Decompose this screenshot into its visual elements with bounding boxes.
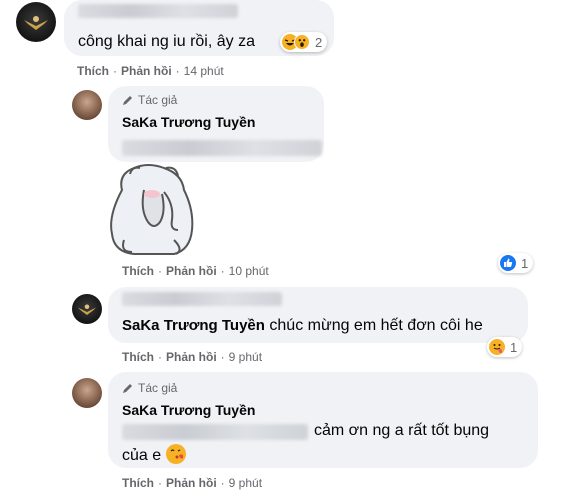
comment-text: cảm ơn ng a rất tốt bụng [314,422,490,439]
reply-button[interactable]: Phản hồi [166,476,217,490]
wow-reaction-icon [294,34,310,50]
user-avatar-girl-icon[interactable] [72,90,102,120]
reaction-count: 1 [521,255,529,271]
reaction-summary[interactable]: 1 [487,337,523,357]
user-avatar-bird-icon[interactable] [16,2,56,42]
hidden-comment-text [122,140,322,156]
comment-actions: Thích · Phản hồi · 14 phút [77,64,224,78]
kiss-emoji-icon [165,444,186,464]
comment-actions: Thích · Phản hồi · 10 phút [122,264,269,278]
author-name[interactable]: SaKa Trương Tuyền [122,114,255,130]
pencil-icon [123,96,132,105]
author-badge: Tác giả [122,93,177,107]
user-avatar-girl-icon[interactable] [72,378,102,408]
like-reaction-icon [500,255,516,271]
care-reaction-icon [489,339,505,355]
reply-button[interactable]: Phản hồi [166,350,217,364]
reaction-count: 1 [510,339,518,355]
timestamp[interactable]: 9 phút [229,476,262,490]
reaction-summary[interactable]: 1 [498,253,534,273]
like-button[interactable]: Thích [122,350,154,364]
user-avatar-bird-icon[interactable] [72,294,102,324]
comment-text-line2: của e [122,444,186,466]
comment-text: SaKa Trương Tuyền chúc mừng em hết đơn c… [122,316,483,336]
comment-actions: Thích · Phản hồi · 9 phút [122,476,263,490]
timestamp[interactable]: 14 phút [184,64,224,78]
like-button[interactable]: Thích [77,64,109,78]
comment-actions: Thích · Phản hồi · 9 phút [122,350,263,364]
reply-button[interactable]: Phản hồi [121,64,172,78]
hidden-comment-text [122,424,308,440]
like-button[interactable]: Thích [122,264,154,278]
author-badge: Tác giả [122,381,177,395]
timestamp[interactable]: 10 phút [229,264,269,278]
shy-bear-sticker[interactable] [104,160,200,258]
author-name[interactable]: SaKa Trương Tuyền [122,402,255,418]
reaction-summary[interactable]: 2 [280,32,328,52]
comment-body: chúc mừng em hết đơn côi he [269,317,483,334]
hidden-author-name [78,4,238,18]
mention-link[interactable]: SaKa Trương Tuyền [122,317,265,334]
reaction-count: 2 [315,34,323,50]
comment-text: công khai ng iu rồi, ây za [78,33,255,50]
pencil-icon [123,384,132,393]
reply-button[interactable]: Phản hồi [166,264,217,278]
hidden-author-name [122,292,282,306]
like-button[interactable]: Thích [122,476,154,490]
timestamp[interactable]: 9 phút [229,350,262,364]
